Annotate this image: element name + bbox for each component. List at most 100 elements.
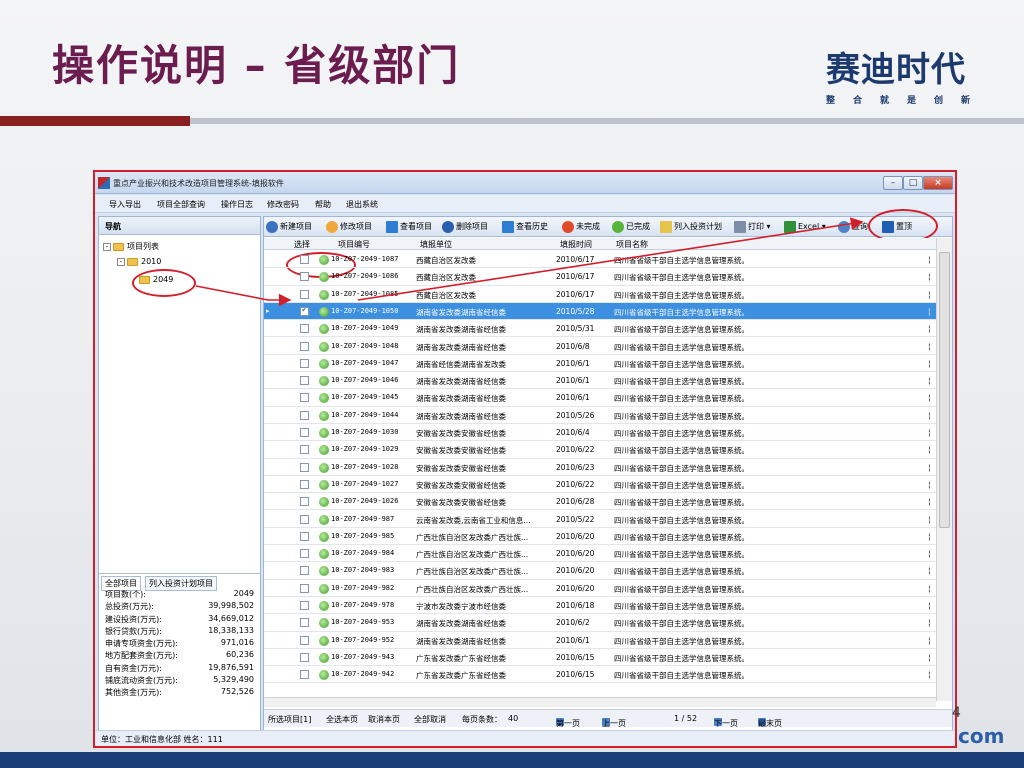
table-row[interactable]: 10-Z07-2049-942 广东省发改委广东省经信委 2010/6/15 四川省省… — [264, 666, 936, 684]
app-icon — [98, 177, 110, 189]
menu-log[interactable]: 操作日志 — [221, 199, 253, 210]
row-checkbox[interactable] — [300, 358, 309, 368]
menu-exit[interactable]: 退出系统 — [346, 199, 378, 210]
row-checkbox[interactable] — [300, 670, 309, 680]
table-row[interactable]: 10-Z07-2049-1086 西藏自治区发改委 2010/6/17 四川省省级干部… — [264, 268, 936, 286]
table-row[interactable]: 10-Z07-2049-1085 西藏自治区发改委 2010/6/17 四川省省级干部… — [264, 286, 936, 303]
scroll-thumb[interactable] — [939, 252, 950, 528]
table-row[interactable]: 10-Z07-2049-953 湖南省发改委湖南省经信委 2010/6/2 四川省省级… — [264, 614, 936, 632]
col-project-name[interactable]: 项目名称 — [616, 239, 648, 250]
row-checkbox[interactable] — [300, 601, 309, 610]
row-checkbox[interactable] — [300, 306, 309, 316]
cell-unit: 湖南省发改委湖南省经信委 — [416, 619, 506, 629]
status-finished-icon — [319, 670, 329, 681]
row-checkbox[interactable] — [300, 583, 309, 593]
new-project-button[interactable]: 新建项目 — [266, 220, 312, 234]
table-row[interactable]: ▸ 10-Z07-2049-1050 湖南省发改委湖南省经信委 2010/5/28 四川… — [264, 302, 936, 321]
row-checkbox[interactable] — [300, 566, 309, 576]
row-checkbox[interactable] — [300, 514, 309, 524]
query-button[interactable]: 查询 — [838, 220, 868, 234]
brand-tagline: 整合就是创新 — [826, 96, 989, 106]
menu-change-password[interactable]: 修改密码 — [267, 199, 299, 210]
row-checkbox[interactable] — [300, 479, 309, 489]
select-page-button[interactable]: 全选本页 — [326, 714, 358, 725]
vertical-scrollbar[interactable] — [936, 238, 952, 701]
table-row[interactable]: 10-Z07-2049-1030 安徽省发改委安徽省经信委 2010/6/4 四川省省… — [264, 424, 936, 442]
cell-unit: 湖南省发改委湖南省经信委 — [416, 411, 506, 421]
cell-project-id: 10-Z07-2049-1086 — [331, 272, 399, 281]
edit-project-button[interactable]: 修改项目 — [326, 220, 372, 234]
cell-project-name: 四川省省级干部自主选学信息管理系统。 — [614, 653, 749, 663]
table-row[interactable]: 10-Z07-2049-978 宁波市发改委宁波市经信委 2010/6/18 四川省省… — [264, 597, 936, 615]
table-row[interactable]: 10-Z07-2049-985 广西壮族自治区发改委广西壮族... 2010/6/2… — [264, 528, 936, 546]
row-checkbox[interactable] — [300, 497, 309, 507]
table-row[interactable]: 10-Z07-2049-1048 湖南省发改委湖南省经信委 2010/6/8 四川省省… — [264, 338, 936, 355]
table-row[interactable]: 10-Z07-2049-952 湖南省发改委湖南省经信委 2010/6/1 四川省省级… — [264, 632, 936, 649]
brand-logo: 赛迪时代 整合就是创新 — [826, 42, 986, 106]
table-row[interactable]: 10-Z07-2049-943 广东省发改委广东省经信委 2010/6/15 四川省省… — [264, 649, 936, 667]
row-checkbox[interactable] — [300, 618, 309, 628]
row-checkbox[interactable] — [300, 531, 309, 541]
row-checkbox[interactable] — [300, 462, 309, 472]
cancel-all-button[interactable]: 全部取消 — [414, 714, 446, 725]
row-checkbox[interactable] — [300, 410, 309, 420]
table-row[interactable]: 10-Z07-2049-1026 安徽省发改委安徽省经信委 2010/6/28 四川省… — [264, 493, 936, 511]
row-checkbox[interactable] — [300, 376, 309, 386]
table-row[interactable]: 10-Z07-2049-1027 安徽省发改委安徽省经信委 2010/6/22 四川省… — [264, 476, 936, 494]
cell-date: 2010/5/31 — [556, 324, 595, 334]
row-checkbox[interactable] — [300, 445, 309, 455]
table-row[interactable]: 10-Z07-2049-1087 西藏自治区发改委 2010/6/17 四川省省级干部… — [264, 251, 936, 269]
cell-project-name: 四川省省级干部自主选学信息管理系统。 — [614, 532, 749, 542]
cell-project-id: 10-Z07-2049-1030 — [331, 428, 399, 436]
table-row[interactable]: 10-Z07-2049-1028 安徽省发改委安徽省经信委 2010/6/23 四川省… — [264, 459, 936, 476]
finished-filter-button[interactable]: 已完成 — [612, 220, 650, 234]
table-row[interactable]: 10-Z07-2049-1045 湖南省发改委湖南省经信委 2010/6/1 四川省省… — [264, 389, 936, 407]
unfinished-filter-button[interactable]: 未完成 — [562, 220, 600, 234]
cancel-page-button[interactable]: 取消本页 — [368, 714, 400, 725]
row-checkbox[interactable] — [300, 289, 309, 299]
plan-icon — [660, 220, 672, 233]
row-checkbox[interactable] — [300, 549, 309, 559]
table-row[interactable]: 10-Z07-2049-1047 湖南省经信委湖南省发改委 2010/6/1 四川省省… — [264, 355, 936, 373]
row-checkbox[interactable] — [300, 428, 309, 437]
table-row[interactable]: 10-Z07-2049-1049 湖南省发改委湖南省经信委 2010/5/31 四川省… — [264, 320, 936, 338]
view-history-button[interactable]: 查看历史 — [502, 220, 548, 234]
delete-project-button[interactable]: 删除项目 — [442, 220, 488, 234]
table-row[interactable]: 10-Z07-2049-1044 湖南省发改委湖南省经信委 2010/5/26 四川省… — [264, 407, 936, 424]
row-checkbox[interactable] — [300, 255, 309, 264]
table-row[interactable]: 10-Z07-2049-987 云南省发改委,云南省工业和信息... 2010/5/… — [264, 511, 936, 528]
row-checkbox[interactable] — [300, 341, 309, 351]
col-select[interactable]: 选择 — [294, 239, 310, 250]
tree-item-2010[interactable]: - 2010 — [117, 257, 161, 266]
col-unit[interactable]: 填报单位 — [420, 239, 452, 250]
collapse-icon[interactable]: - — [117, 257, 125, 266]
table-row[interactable]: 10-Z07-2049-984 广西壮族自治区发改委广西壮族... 2010/6/2… — [264, 545, 936, 563]
close-button[interactable]: × — [923, 176, 953, 190]
row-checkbox[interactable] — [300, 393, 309, 403]
print-button[interactable]: 打印 ▾ — [734, 220, 771, 234]
row-checkbox[interactable] — [300, 324, 309, 334]
tree-item-project-list[interactable]: - 项目列表 — [103, 241, 159, 252]
minimize-button[interactable]: – — [883, 176, 903, 190]
row-checkbox[interactable] — [300, 272, 309, 282]
menu-import-export[interactable]: 导入导出 — [109, 199, 141, 210]
status-finished-icon — [319, 601, 329, 611]
row-checkbox[interactable] — [300, 652, 309, 662]
view-project-button[interactable]: 查看项目 — [386, 220, 432, 234]
table-row[interactable]: 10-Z07-2049-1029 安徽省发改委安徽省经信委 2010/6/22 四川省… — [264, 441, 936, 459]
row-checkbox[interactable] — [300, 635, 309, 645]
maximize-button[interactable]: □ — [903, 176, 923, 190]
add-to-plan-button[interactable]: 列入投资计划 — [660, 220, 722, 234]
table-row[interactable]: 10-Z07-2049-982 广西壮族自治区发改委广西壮族... 2010/6/2… — [264, 580, 936, 597]
menu-help[interactable]: 帮助 — [315, 199, 331, 210]
cell-date: 2010/6/17 — [556, 272, 595, 282]
col-project-id[interactable]: 项目编号 — [338, 239, 370, 250]
per-page-select[interactable]: 40 — [508, 714, 518, 723]
col-date[interactable]: 填报时间 — [560, 239, 592, 250]
menu-query-all[interactable]: 项目全部查询 — [157, 199, 205, 210]
collapse-icon[interactable]: - — [103, 242, 111, 251]
horizontal-scrollbar[interactable] — [264, 697, 936, 707]
table-row[interactable]: 10-Z07-2049-1046 湖南省发改委湖南省经信委 2010/6/1 四川省省… — [264, 372, 936, 390]
table-row[interactable]: 10-Z07-2049-983 广西壮族自治区发改委广西壮族... 2010/6/2… — [264, 562, 936, 580]
excel-button[interactable]: Excel ▾ — [784, 220, 826, 234]
